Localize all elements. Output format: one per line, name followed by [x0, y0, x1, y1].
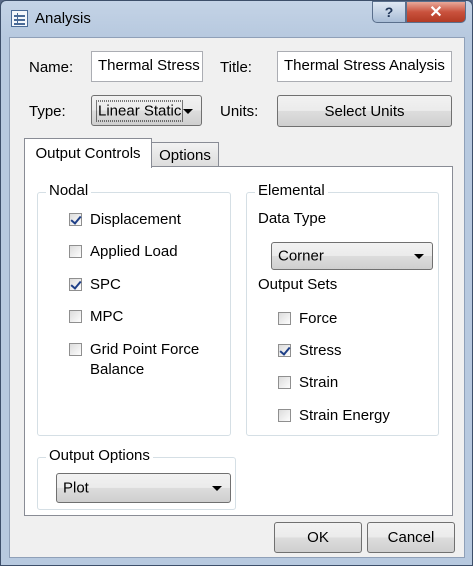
close-button[interactable]: ✕: [406, 1, 466, 23]
data-type-dropdown[interactable]: Corner: [271, 242, 433, 270]
help-icon: ?: [384, 4, 394, 20]
strain-label: Strain: [299, 374, 339, 391]
name-label: Name:: [29, 59, 74, 76]
units-label: Units:: [220, 103, 259, 120]
grid-point-force-balance-checkbox[interactable]: Grid Point Force Balance: [69, 340, 199, 380]
title-input[interactable]: Thermal Stress Analysis: [277, 51, 452, 82]
stress-label: Stress: [299, 342, 342, 359]
strain-energy-label: Strain Energy: [299, 407, 390, 424]
spc-label: SPC: [90, 276, 121, 293]
select-units-button[interactable]: Select Units: [277, 95, 452, 127]
stress-checkbox[interactable]: Stress: [278, 341, 342, 361]
chevron-down-icon: [212, 486, 222, 491]
checkbox-icon: [278, 409, 291, 422]
grid-point-force-balance-label: Grid Point Force Balance: [90, 341, 200, 378]
name-input[interactable]: Thermal Stress: [91, 51, 203, 82]
analysis-dialog: Analysis ? ✕ Name: Thermal Stress Title:…: [0, 0, 473, 566]
force-checkbox[interactable]: Force: [278, 309, 337, 329]
window-title: Analysis: [35, 10, 91, 27]
elemental-group: Elemental Data Type Corner Output Sets F…: [246, 182, 439, 436]
mpc-checkbox[interactable]: MPC: [69, 307, 123, 327]
chevron-down-icon: [414, 254, 424, 259]
force-label: Force: [299, 310, 338, 327]
type-label: Type:: [29, 103, 66, 120]
checkbox-icon: [69, 213, 82, 226]
nodal-group: Nodal Displacement Applied Load SPC MPC: [37, 182, 231, 436]
title-bar[interactable]: Analysis ? ✕: [1, 1, 472, 35]
tab-options[interactable]: Options: [151, 142, 219, 167]
data-type-label: Data Type: [258, 210, 327, 227]
displacement-label: Displacement: [90, 211, 181, 228]
close-icon: ✕: [429, 4, 443, 21]
checkbox-icon: [278, 376, 291, 389]
strain-checkbox[interactable]: Strain: [278, 373, 338, 393]
output-options-group: Output Options Plot: [37, 447, 236, 510]
strain-energy-checkbox[interactable]: Strain Energy: [278, 406, 390, 426]
output-sets-label: Output Sets: [258, 276, 338, 293]
checkbox-icon: [278, 344, 291, 357]
nodal-group-title: Nodal: [46, 182, 92, 199]
title-label: Title:: [220, 59, 252, 76]
help-button[interactable]: ?: [372, 1, 406, 23]
tab-output-controls[interactable]: Output Controls: [24, 138, 152, 168]
ok-button[interactable]: OK: [274, 522, 362, 553]
type-dropdown[interactable]: Linear Static: [91, 95, 202, 126]
elemental-group-title: Elemental: [255, 182, 328, 199]
table-icon: [11, 10, 28, 27]
displacement-checkbox[interactable]: Displacement: [69, 210, 181, 230]
checkbox-icon: [69, 310, 82, 323]
checkbox-icon: [69, 343, 82, 356]
spc-checkbox[interactable]: SPC: [69, 275, 121, 295]
output-options-title: Output Options: [46, 447, 153, 464]
output-options-dropdown[interactable]: Plot: [56, 473, 231, 503]
chevron-down-icon: [183, 108, 193, 114]
cancel-button[interactable]: Cancel: [367, 522, 455, 553]
applied-load-label: Applied Load: [90, 243, 178, 260]
data-type-dropdown-value: Corner: [278, 247, 324, 265]
mpc-label: MPC: [90, 308, 124, 325]
type-dropdown-value: Linear Static: [95, 100, 184, 121]
applied-load-checkbox[interactable]: Applied Load: [69, 242, 178, 262]
checkbox-icon: [69, 278, 82, 291]
output-options-dropdown-value: Plot: [63, 479, 89, 497]
checkbox-icon: [278, 312, 291, 325]
dialog-client-area: Name: Thermal Stress Title: Thermal Stre…: [9, 37, 465, 558]
checkbox-icon: [69, 245, 82, 258]
output-controls-panel: Nodal Displacement Applied Load SPC MPC: [24, 166, 453, 516]
